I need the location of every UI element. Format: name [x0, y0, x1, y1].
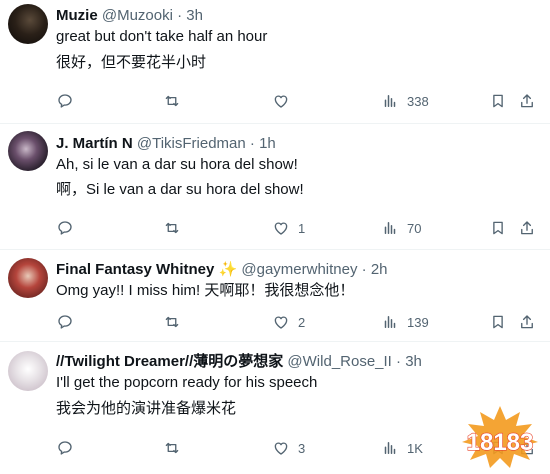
share-button[interactable] [518, 312, 536, 332]
separator-dot: · [249, 135, 255, 152]
like-count: 1 [298, 220, 306, 236]
views-icon [384, 95, 396, 107]
action-bar: 1 70 [56, 218, 533, 238]
separator-dot: · [396, 353, 402, 370]
tweet-header: //Twilight Dreamer//薄明の夢想家 @Wild_Rose_II… [56, 352, 422, 372]
views-button[interactable]: 1K [381, 438, 423, 458]
retweet-button[interactable] [163, 438, 189, 458]
tweet-item[interactable]: Final Fantasy Whitney ✨ @gaymerwhitney ·… [0, 250, 550, 342]
bookmark-button[interactable] [489, 312, 507, 332]
bookmark-icon [493, 315, 503, 329]
views-icon [384, 222, 396, 234]
separator-dot: · [177, 7, 183, 24]
reply-icon [58, 221, 72, 235]
retweet-icon [165, 316, 179, 328]
like-count: 2 [298, 314, 306, 330]
author-handle[interactable]: @gaymerwhitney [241, 261, 357, 278]
like-icon [274, 442, 288, 455]
avatar[interactable] [8, 351, 48, 391]
timestamp[interactable]: 3h [405, 353, 422, 370]
tweet-item[interactable]: Muzie @Muzooki · 3h great but don't take… [0, 0, 550, 124]
views-icon [384, 442, 396, 454]
views-button[interactable]: 338 [381, 91, 429, 111]
retweet-icon [165, 442, 179, 454]
like-button[interactable]: 2 [272, 312, 305, 332]
author-name[interactable]: //Twilight Dreamer//薄明の夢想家 [56, 353, 283, 370]
tweet-text: Ah, si le van a dar su hora del show! [56, 156, 298, 173]
action-bar: 2 139 [56, 312, 533, 332]
like-button[interactable] [272, 91, 298, 111]
share-button[interactable] [518, 91, 536, 111]
share-icon [521, 315, 533, 329]
like-icon [274, 316, 288, 329]
view-count: 139 [407, 314, 429, 330]
share-icon [521, 221, 533, 235]
share-button[interactable] [518, 218, 536, 238]
reply-button[interactable] [56, 438, 82, 458]
author-name[interactable]: Final Fantasy Whitney ✨ [56, 261, 237, 278]
separator-dot: · [361, 261, 367, 278]
watermark-logo: 18183 [462, 406, 538, 468]
like-count: 3 [298, 440, 306, 456]
reply-button[interactable] [56, 312, 82, 332]
retweet-icon [165, 222, 179, 234]
views-button[interactable]: 139 [381, 312, 429, 332]
bookmark-button[interactable] [489, 218, 507, 238]
timestamp[interactable]: 1h [259, 135, 276, 152]
avatar[interactable] [8, 4, 48, 44]
share-icon [521, 94, 533, 108]
reply-icon [58, 315, 72, 329]
reply-button[interactable] [56, 218, 82, 238]
author-name[interactable]: J. Martín N [56, 135, 133, 152]
tweet-header: J. Martín N @TikisFriedman · 1h [56, 134, 276, 154]
retweet-button[interactable] [163, 91, 189, 111]
tweet-translation: 我会为他的演讲准备爆米花 [56, 400, 237, 417]
tweet-text: Omg yay!! I miss him! 天啊耶！我很想念他！ [56, 282, 355, 299]
like-icon [274, 95, 288, 108]
view-count: 1K [407, 440, 423, 456]
like-icon [274, 222, 288, 235]
tweet-header: Muzie @Muzooki · 3h [56, 6, 203, 26]
author-handle[interactable]: @Wild_Rose_II [287, 353, 391, 370]
bookmark-button[interactable] [489, 91, 507, 111]
bookmark-icon [493, 221, 503, 235]
timestamp[interactable]: 2h [371, 261, 388, 278]
watermark-text: 18183 [467, 429, 534, 456]
retweet-button[interactable] [163, 218, 189, 238]
tweet-translation: 啊，Si le van a dar su hora del show! [56, 181, 304, 198]
tweet-header: Final Fantasy Whitney ✨ @gaymerwhitney ·… [56, 260, 388, 280]
view-count: 70 [407, 220, 422, 236]
tweet-text: great but don't take half an hour [56, 28, 268, 45]
views-icon [384, 316, 396, 328]
view-count: 338 [407, 93, 429, 109]
author-handle[interactable]: @TikisFriedman [137, 135, 246, 152]
like-button[interactable]: 1 [272, 218, 305, 238]
tweet-translation: 很好，但不要花半小时 [56, 54, 207, 71]
reply-button[interactable] [56, 91, 82, 111]
action-bar: 338 [56, 91, 533, 111]
timestamp[interactable]: 3h [186, 7, 203, 24]
avatar[interactable] [8, 258, 48, 298]
bookmark-icon [493, 94, 503, 108]
author-name[interactable]: Muzie [56, 7, 98, 24]
tweet-item[interactable]: J. Martín N @TikisFriedman · 1h Ah, si l… [0, 124, 550, 250]
tweet-text: I'll get the popcorn ready for his speec… [56, 374, 318, 391]
retweet-icon [165, 95, 179, 107]
author-handle[interactable]: @Muzooki [102, 7, 173, 24]
avatar[interactable] [8, 131, 48, 171]
views-button[interactable]: 70 [381, 218, 421, 238]
reply-feed: Muzie @Muzooki · 3h great but don't take… [0, 0, 550, 474]
like-button[interactable]: 3 [272, 438, 305, 458]
reply-icon [58, 94, 72, 108]
retweet-button[interactable] [163, 312, 189, 332]
reply-icon [58, 441, 72, 455]
